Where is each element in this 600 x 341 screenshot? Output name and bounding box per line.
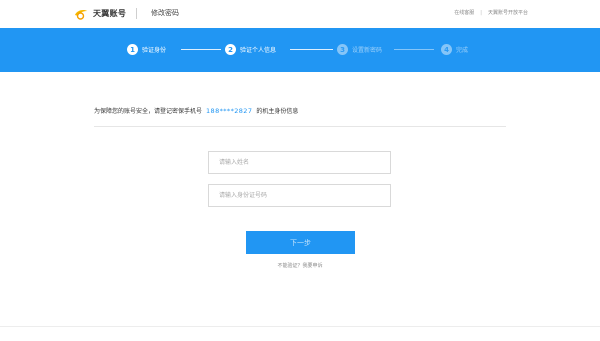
header-divider <box>136 8 137 19</box>
step-number: 1 <box>127 44 138 55</box>
header-link-separator: | <box>480 9 482 16</box>
appeal-link[interactable]: 不能验证？我要申诉 <box>0 262 600 269</box>
brand-name: 天翼账号 <box>93 9 127 18</box>
verification-notice: 为保障您的账号安全，请登记密保手机号 188****2827 的机主身份信息 <box>94 106 299 116</box>
notice-prefix: 为保障您的账号安全，请登记密保手机号 <box>94 108 203 115</box>
page-header: 天翼账号 修改密码 在线客服 | 天翼账号开放平台 <box>0 0 600 28</box>
notice-divider <box>94 126 506 127</box>
step-number: 3 <box>337 44 348 55</box>
online-service-link[interactable]: 在线客服 <box>454 9 474 16</box>
step-complete: 4 完成 <box>441 44 468 55</box>
progress-steps: 1 验证身份 2 验证个人信息 3 设置新密码 4 完成 <box>0 28 600 72</box>
footer-divider <box>0 326 600 327</box>
step-label: 完成 <box>456 47 469 54</box>
step-connector <box>394 49 434 50</box>
step-set-new-password: 3 设置新密码 <box>337 44 382 55</box>
step-label: 验证个人信息 <box>240 47 277 54</box>
page-title: 修改密码 <box>151 9 179 17</box>
id-number-input[interactable] <box>208 184 391 207</box>
step-label: 验证身份 <box>142 47 167 54</box>
masked-phone-number: 188****2827 <box>206 106 253 115</box>
step-number: 4 <box>441 44 452 55</box>
name-input[interactable] <box>208 151 391 174</box>
open-platform-link[interactable]: 天翼账号开放平台 <box>488 9 528 16</box>
step-verify-personal-info: 2 验证个人信息 <box>225 44 276 55</box>
step-connector <box>290 49 333 50</box>
step-label: 设置新密码 <box>352 47 383 54</box>
notice-suffix: 的机主身份信息 <box>256 108 299 115</box>
tianyi-logo-icon <box>75 10 87 20</box>
header-links: 在线客服 | 天翼账号开放平台 <box>454 9 528 17</box>
next-step-button[interactable]: 下一步 <box>246 231 355 254</box>
step-verify-identity: 1 验证身份 <box>127 44 166 55</box>
step-connector <box>181 49 221 50</box>
step-number: 2 <box>225 44 236 55</box>
